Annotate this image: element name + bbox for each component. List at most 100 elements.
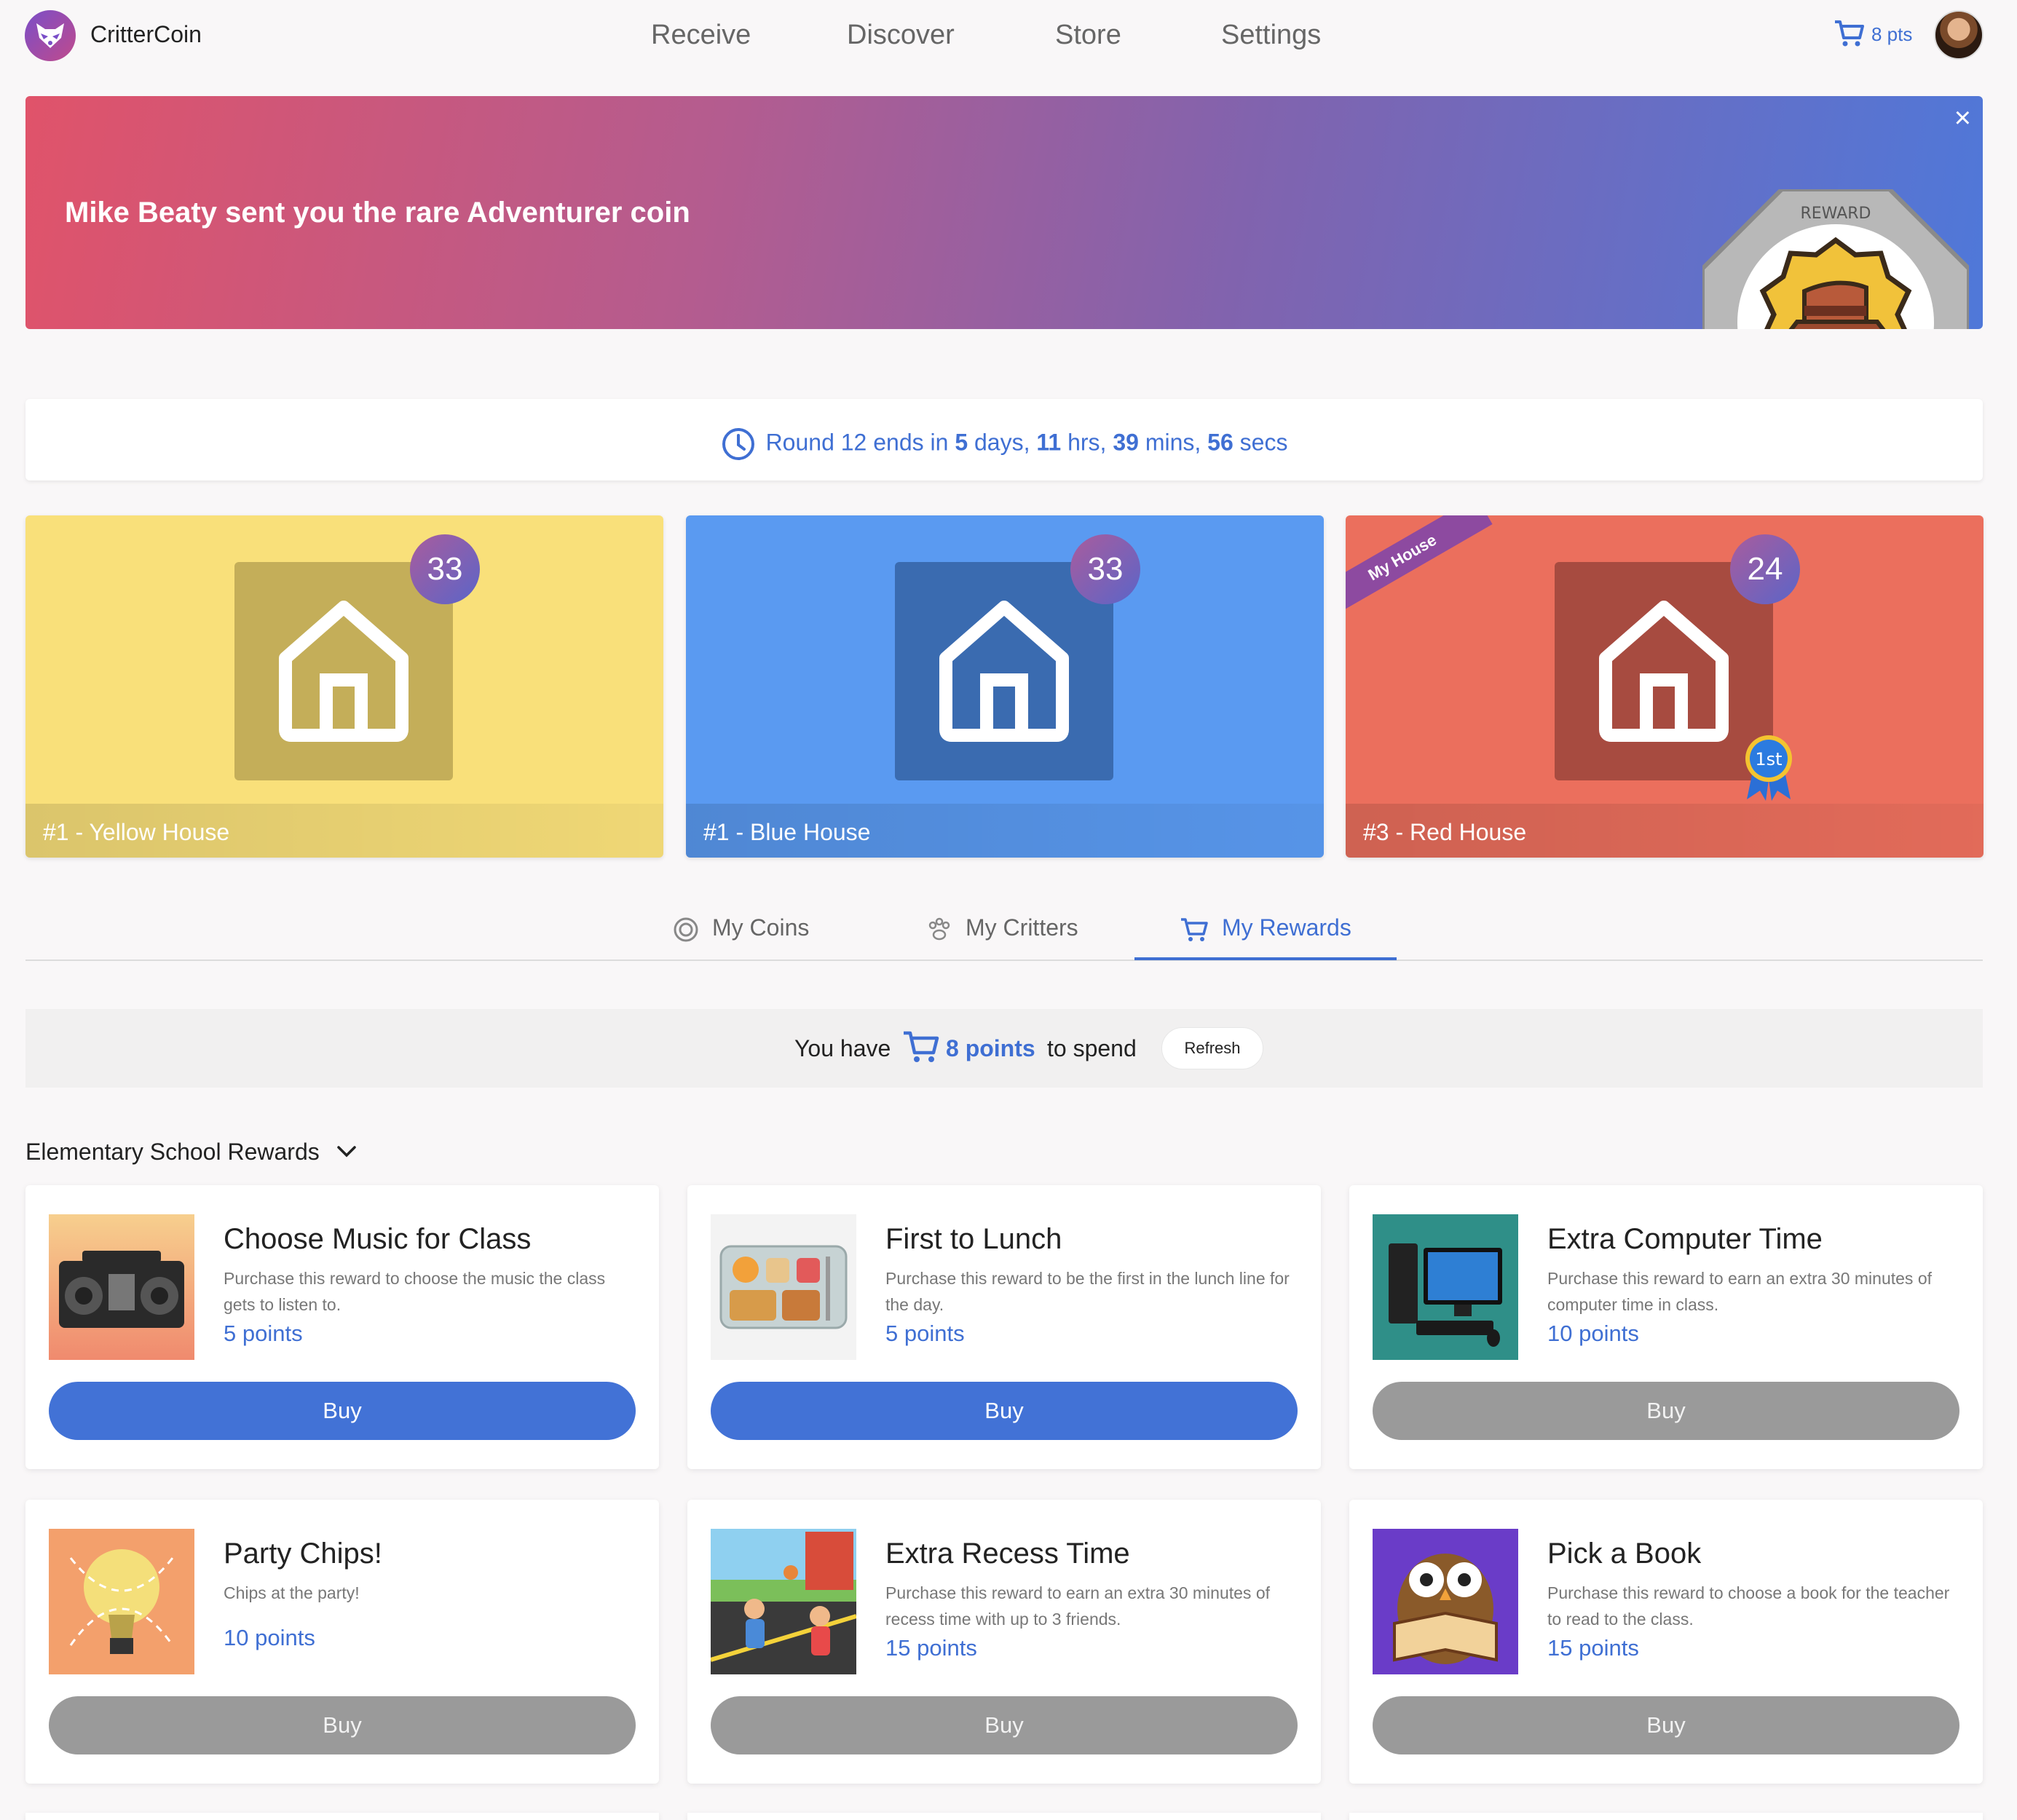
reward-title: Party Chips! [224, 1538, 382, 1570]
refresh-button[interactable]: Refresh [1161, 1027, 1263, 1069]
round-minutes-unit: mins, [1145, 429, 1201, 456]
house-name: #3 - Red House [1363, 819, 1527, 845]
computer-image [1373, 1214, 1518, 1360]
round-seconds: 56 [1207, 429, 1234, 456]
tab-my-coins[interactable]: My Coins [673, 914, 809, 943]
paw-icon [928, 917, 950, 940]
house-name: #1 - Blue House [703, 819, 871, 845]
reward-price: 10 points [224, 1625, 315, 1650]
cart-icon[interactable] [1834, 19, 1866, 48]
round-seconds-unit: secs [1239, 429, 1288, 456]
house-tile [895, 562, 1113, 780]
house-card-blue[interactable]: 33 #1 - Blue House [686, 515, 1324, 858]
buy-button[interactable]: Buy [1373, 1382, 1959, 1440]
points-suffix: to spend [1047, 1035, 1137, 1061]
reward-title: Extra Computer Time [1547, 1223, 1823, 1255]
reward-card: Extra Recess Time Purchase this reward t… [687, 1500, 1321, 1784]
points-summary-bar: You have 8 points to spend Refresh [25, 1009, 1983, 1088]
tab-label: My Coins [712, 914, 810, 941]
coin-notification-banner: Mike Beaty sent you the rare Adventurer … [25, 96, 1983, 329]
coin-ring-text: REWARD [1800, 205, 1871, 223]
reward-card: First to Lunch Purchase this reward to b… [687, 1185, 1321, 1469]
reward-card: Pick a Book Purchase this reward to choo… [1349, 1500, 1983, 1784]
brand-name[interactable]: CritterCoin [90, 21, 202, 48]
reward-title: First to Lunch [885, 1223, 1062, 1255]
round-prefix: Round 12 ends in [765, 429, 949, 456]
buy-button[interactable]: Buy [49, 1696, 636, 1754]
tab-label: My Rewards [1222, 914, 1351, 941]
house-card-red[interactable]: My House 24 1st #3 - Red House [1346, 515, 1984, 858]
reward-card: Party Chips! Chips at the party! 10 poin… [25, 1500, 659, 1784]
reward-title: Pick a Book [1547, 1538, 1702, 1570]
reward-price: 5 points [224, 1321, 303, 1346]
clock-icon [722, 428, 754, 460]
house-icon [1599, 601, 1729, 742]
round-timer: Round 12 ends in 5 days, 11 hrs, 39 mins… [25, 399, 1983, 480]
reward-price: 15 points [885, 1635, 977, 1661]
nav-receive[interactable]: Receive [651, 20, 751, 51]
buy-button[interactable]: Buy [49, 1382, 636, 1440]
house-score: 33 [410, 534, 480, 604]
reward-description: Purchase this reward to choose the music… [224, 1269, 606, 1314]
reward-description: Purchase this reward to be the first in … [885, 1269, 1290, 1314]
reward-card-partial [25, 1813, 659, 1820]
reward-card: Extra Computer Time Purchase this reward… [1349, 1185, 1983, 1469]
boombox-image [49, 1214, 194, 1360]
reward-price: 10 points [1547, 1321, 1639, 1346]
first-place-medal-icon: 1st [1745, 735, 1792, 801]
reward-description: Chips at the party! [224, 1583, 360, 1602]
reward-title: Choose Music for Class [224, 1223, 532, 1255]
fox-icon [36, 23, 64, 48]
reward-card-partial [1349, 1813, 1983, 1820]
buy-button[interactable]: Buy [711, 1382, 1298, 1440]
reward-description: Purchase this reward to earn an extra 30… [1547, 1269, 1933, 1314]
tab-my-rewards[interactable]: My Rewards [1180, 914, 1351, 943]
my-house-ribbon: My House [1346, 515, 1493, 620]
round-days-unit: days, [974, 429, 1030, 456]
house-tile [234, 562, 453, 780]
house-icon [939, 601, 1069, 742]
owl-book-image [1373, 1529, 1518, 1674]
points-prefix: You have [794, 1035, 891, 1061]
active-tab-indicator [1134, 957, 1397, 960]
reward-title: Extra Recess Time [885, 1538, 1130, 1570]
house-icon [279, 601, 408, 742]
house-card-yellow[interactable]: 33 #1 - Yellow House [25, 515, 663, 858]
chevron-down-icon[interactable] [335, 1140, 358, 1163]
round-hours-unit: hrs, [1067, 429, 1107, 456]
coin-icon [674, 917, 698, 942]
cart-icon [904, 1031, 939, 1062]
recess-playground-image [711, 1529, 856, 1674]
reward-description: Purchase this reward to earn an extra 30… [885, 1583, 1271, 1629]
medal-label: 1st [1755, 749, 1782, 769]
header-points[interactable]: 8 pts [1871, 23, 1912, 46]
cart-icon [1181, 917, 1208, 941]
round-days: 5 [955, 429, 968, 456]
house-score: 33 [1070, 534, 1140, 604]
banner-message: Mike Beaty sent you the rare Adventurer … [65, 197, 690, 229]
house-score: 24 [1730, 534, 1800, 604]
reward-description: Purchase this reward to choose a book fo… [1547, 1583, 1950, 1629]
tab-my-critters[interactable]: My Critters [926, 914, 1078, 943]
close-icon[interactable]: × [1954, 102, 1971, 135]
reward-price: 15 points [1547, 1635, 1639, 1661]
buy-button[interactable]: Buy [711, 1696, 1298, 1754]
nav-store[interactable]: Store [1055, 20, 1121, 51]
crittercoin-logo[interactable] [25, 10, 76, 61]
reward-category-select[interactable]: Elementary School Rewards [25, 1139, 320, 1166]
points-available: 8 points [946, 1035, 1035, 1061]
round-countdown: Round 12 ends in 5 days, 11 hrs, 39 mins… [25, 427, 1983, 462]
reward-price: 5 points [885, 1321, 965, 1346]
nav-discover[interactable]: Discover [847, 20, 955, 51]
user-avatar[interactable] [1934, 10, 1984, 60]
buy-button[interactable]: Buy [1373, 1696, 1959, 1754]
round-minutes: 39 [1113, 429, 1139, 456]
house-tile [1555, 562, 1773, 780]
top-header: CritterCoin Receive Discover Store Setti… [0, 0, 2017, 73]
nav-settings[interactable]: Settings [1221, 20, 1321, 51]
reward-card: Choose Music for Class Purchase this rew… [25, 1185, 659, 1469]
tab-label: My Critters [966, 914, 1078, 941]
house-name: #1 - Yellow House [43, 819, 230, 845]
party-lightbulb-image [49, 1529, 194, 1674]
round-hours: 11 [1036, 429, 1062, 456]
